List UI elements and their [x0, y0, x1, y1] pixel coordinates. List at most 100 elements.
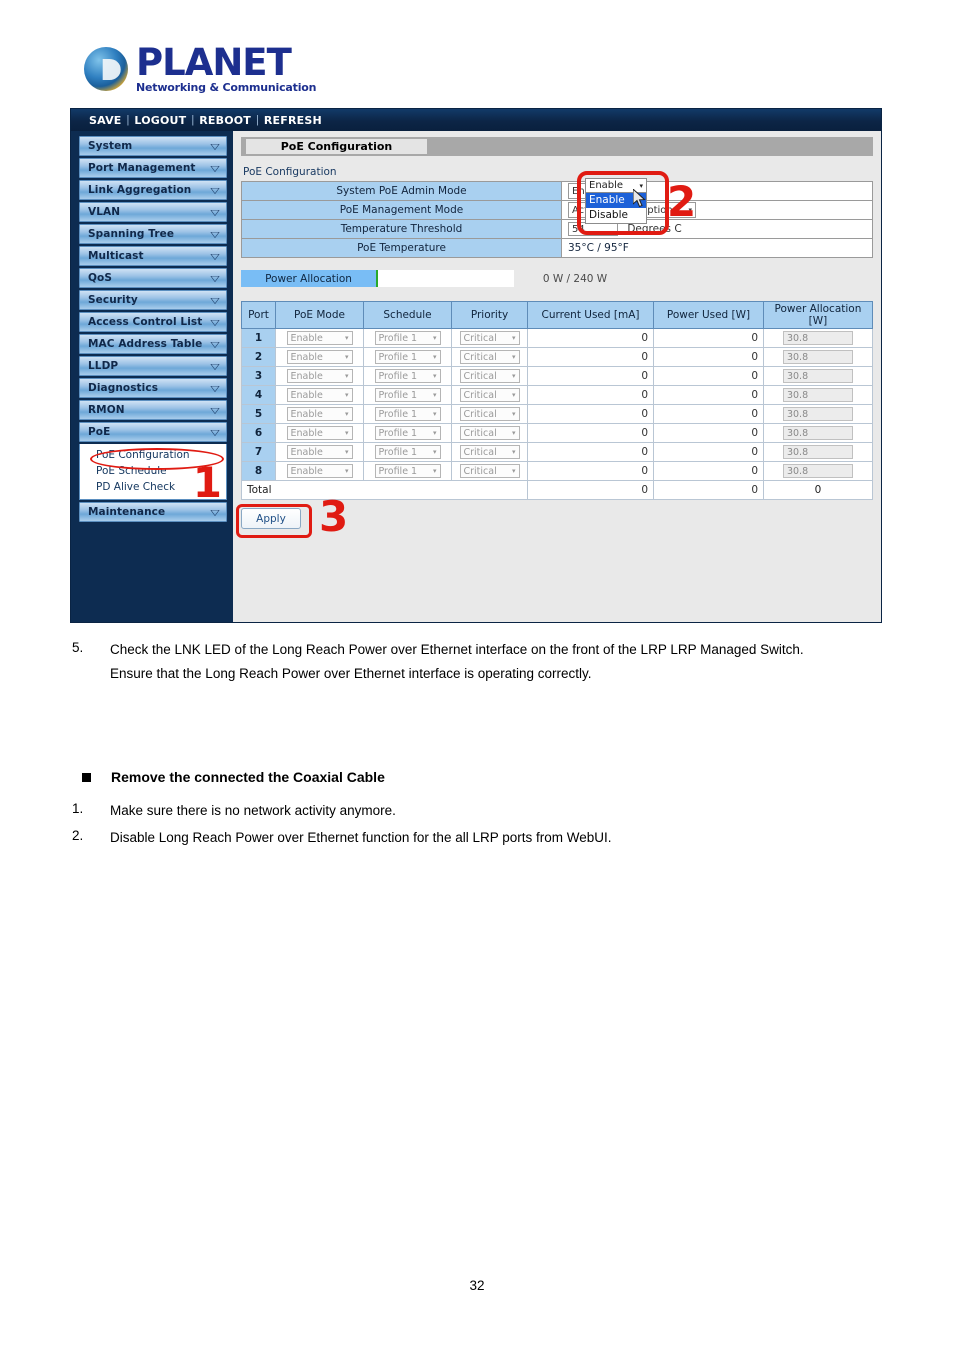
- poe-mode-select[interactable]: Enable ▾: [286, 350, 353, 364]
- power-allocation-input[interactable]: 30.8: [782, 407, 853, 421]
- document-body: 5. Check the LNK LED of the Long Reach P…: [0, 640, 954, 854]
- priority-select[interactable]: Critical ▾: [459, 388, 520, 402]
- chevron-down-icon: ▾: [511, 429, 516, 437]
- poe-mode-select[interactable]: Enable ▾: [286, 426, 353, 440]
- sidebar-item-label: Diagnostics: [88, 382, 159, 394]
- schedule-select[interactable]: Profile 1 ▾: [374, 445, 441, 459]
- sidebar-item-port-management[interactable]: Port Management ▽: [79, 158, 227, 178]
- chevron-down-icon: ▽: [210, 405, 220, 415]
- chevron-down-icon: ▾: [344, 372, 349, 380]
- chevron-down-icon: ▾: [344, 429, 349, 437]
- chevron-down-icon: ▽: [210, 229, 220, 239]
- refresh-link[interactable]: REFRESH: [260, 114, 326, 127]
- sidebar-item-rmon[interactable]: RMON ▽: [79, 400, 227, 420]
- sidebar-item-label: System: [88, 140, 133, 152]
- sidebar-item-multicast[interactable]: Multicast ▽: [79, 246, 227, 266]
- apply-button[interactable]: Apply: [241, 508, 301, 529]
- chevron-down-icon: ▾: [511, 391, 516, 399]
- sidebar-item-qos[interactable]: QoS ▽: [79, 268, 227, 288]
- power-allocation-input[interactable]: 30.8: [782, 426, 853, 440]
- schedule-select[interactable]: Profile 1 ▾: [374, 464, 441, 478]
- poe-mode-select[interactable]: Enable ▾: [286, 464, 353, 478]
- priority-select[interactable]: Critical ▾: [459, 407, 520, 421]
- total-power-allocation: 0: [763, 480, 873, 500]
- dropdown-option-disable[interactable]: Disable: [586, 208, 646, 223]
- priority-select[interactable]: Critical ▾: [459, 426, 520, 440]
- sidebar-item-link-aggregation[interactable]: Link Aggregation ▽: [79, 180, 227, 200]
- mouse-cursor-icon: [633, 189, 646, 208]
- step-2: 2. Disable Long Reach Power over Etherne…: [0, 828, 954, 848]
- sidebar-item-label: Security: [88, 294, 138, 306]
- select-value: Critical: [463, 465, 497, 477]
- sidebar-item-diagnostics[interactable]: Diagnostics ▽: [79, 378, 227, 398]
- chevron-down-icon: ▾: [344, 410, 349, 418]
- config-row-system-poe-admin-mode: System PoE Admin Mode Enable ▾: [241, 181, 873, 201]
- priority-select[interactable]: Critical ▾: [459, 445, 520, 459]
- webui-screenshot: SAVE | LOGOUT | REBOOT | REFRESH System …: [70, 108, 882, 623]
- chevron-down-icon: ▾: [432, 334, 437, 342]
- chevron-down-icon: ▾: [511, 334, 516, 342]
- power-allocation-input[interactable]: 30.8: [782, 445, 853, 459]
- select-value: Profile 1: [378, 427, 418, 439]
- priority-select[interactable]: Critical ▾: [459, 331, 520, 345]
- poe-mode-select[interactable]: Enable ▾: [286, 407, 353, 421]
- select-value: Enable: [290, 332, 323, 344]
- poe-mode-cell: Enable ▾: [275, 366, 364, 386]
- sidebar-item-poe[interactable]: PoE ▽: [79, 422, 227, 442]
- power-allocation-input[interactable]: 30.8: [782, 331, 853, 345]
- power-allocation-input[interactable]: 30.8: [782, 388, 853, 402]
- save-link[interactable]: SAVE: [85, 114, 126, 127]
- annotation-number-1: 1: [192, 458, 222, 507]
- temperature-threshold-input[interactable]: 54: [568, 222, 618, 236]
- sidebar-item-lldp[interactable]: LLDP ▽: [79, 356, 227, 376]
- priority-cell: Critical ▾: [451, 442, 528, 462]
- priority-select[interactable]: Critical ▾: [459, 464, 520, 478]
- page-number: 32: [469, 1278, 485, 1293]
- current-used-value: 0: [527, 366, 654, 386]
- select-value: Profile 1: [378, 465, 418, 477]
- sidebar-item-mac-address-table[interactable]: MAC Address Table ▽: [79, 334, 227, 354]
- section-label: PoE Configuration: [243, 166, 337, 178]
- sidebar-item-system[interactable]: System ▽: [79, 136, 227, 156]
- port-number: 7: [241, 442, 276, 462]
- schedule-cell: Profile 1 ▾: [363, 328, 452, 348]
- power-allocation-cell: 30.8: [763, 461, 873, 481]
- step-number: 1.: [72, 801, 84, 817]
- port-number: 2: [241, 347, 276, 367]
- priority-select[interactable]: Critical ▾: [459, 350, 520, 364]
- priority-select[interactable]: Critical ▾: [459, 369, 520, 383]
- schedule-select[interactable]: Profile 1 ▾: [374, 331, 441, 345]
- poe-mode-select[interactable]: Enable ▾: [286, 445, 353, 459]
- priority-cell: Critical ▾: [451, 347, 528, 367]
- schedule-select[interactable]: Profile 1 ▾: [374, 426, 441, 440]
- schedule-select[interactable]: Profile 1 ▾: [374, 407, 441, 421]
- table-row: 1 Enable ▾ Profile 1 ▾ Critical ▾ 0 0 30.8: [241, 328, 873, 348]
- power-allocation-cell: 30.8: [763, 366, 873, 386]
- power-allocation-input[interactable]: 30.8: [782, 464, 853, 478]
- select-value: Critical: [463, 389, 497, 401]
- column-header-current-used: Current Used [mA]: [527, 301, 654, 329]
- power-allocation-input[interactable]: 30.8: [782, 369, 853, 383]
- config-label: PoE Management Mode: [241, 200, 562, 220]
- logout-link[interactable]: LOGOUT: [130, 114, 190, 127]
- current-used-value: 0: [527, 442, 654, 462]
- sidebar-item-vlan[interactable]: VLAN ▽: [79, 202, 227, 222]
- sidebar-item-spanning-tree[interactable]: Spanning Tree ▽: [79, 224, 227, 244]
- config-row-poe-temperature: PoE Temperature 35°C / 95°F: [241, 238, 873, 258]
- reboot-link[interactable]: REBOOT: [195, 114, 255, 127]
- schedule-select[interactable]: Profile 1 ▾: [374, 388, 441, 402]
- power-allocation-cell: 30.8: [763, 347, 873, 367]
- annotation-number-3: 3: [319, 492, 349, 541]
- power-allocation-input[interactable]: 30.8: [782, 350, 853, 364]
- schedule-select[interactable]: Profile 1 ▾: [374, 369, 441, 383]
- poe-mode-select[interactable]: Enable ▾: [286, 331, 353, 345]
- schedule-select[interactable]: Profile 1 ▾: [374, 350, 441, 364]
- poe-mode-select[interactable]: Enable ▾: [286, 369, 353, 383]
- sidebar-item-security[interactable]: Security ▽: [79, 290, 227, 310]
- poe-mode-select[interactable]: Enable ▾: [286, 388, 353, 402]
- chevron-down-icon: ▾: [432, 372, 437, 380]
- port-number: 8: [241, 461, 276, 481]
- page-title-banner: PoE Configuration: [241, 137, 873, 156]
- current-used-value: 0: [527, 328, 654, 348]
- sidebar-item-access-control-list[interactable]: Access Control List ▽: [79, 312, 227, 332]
